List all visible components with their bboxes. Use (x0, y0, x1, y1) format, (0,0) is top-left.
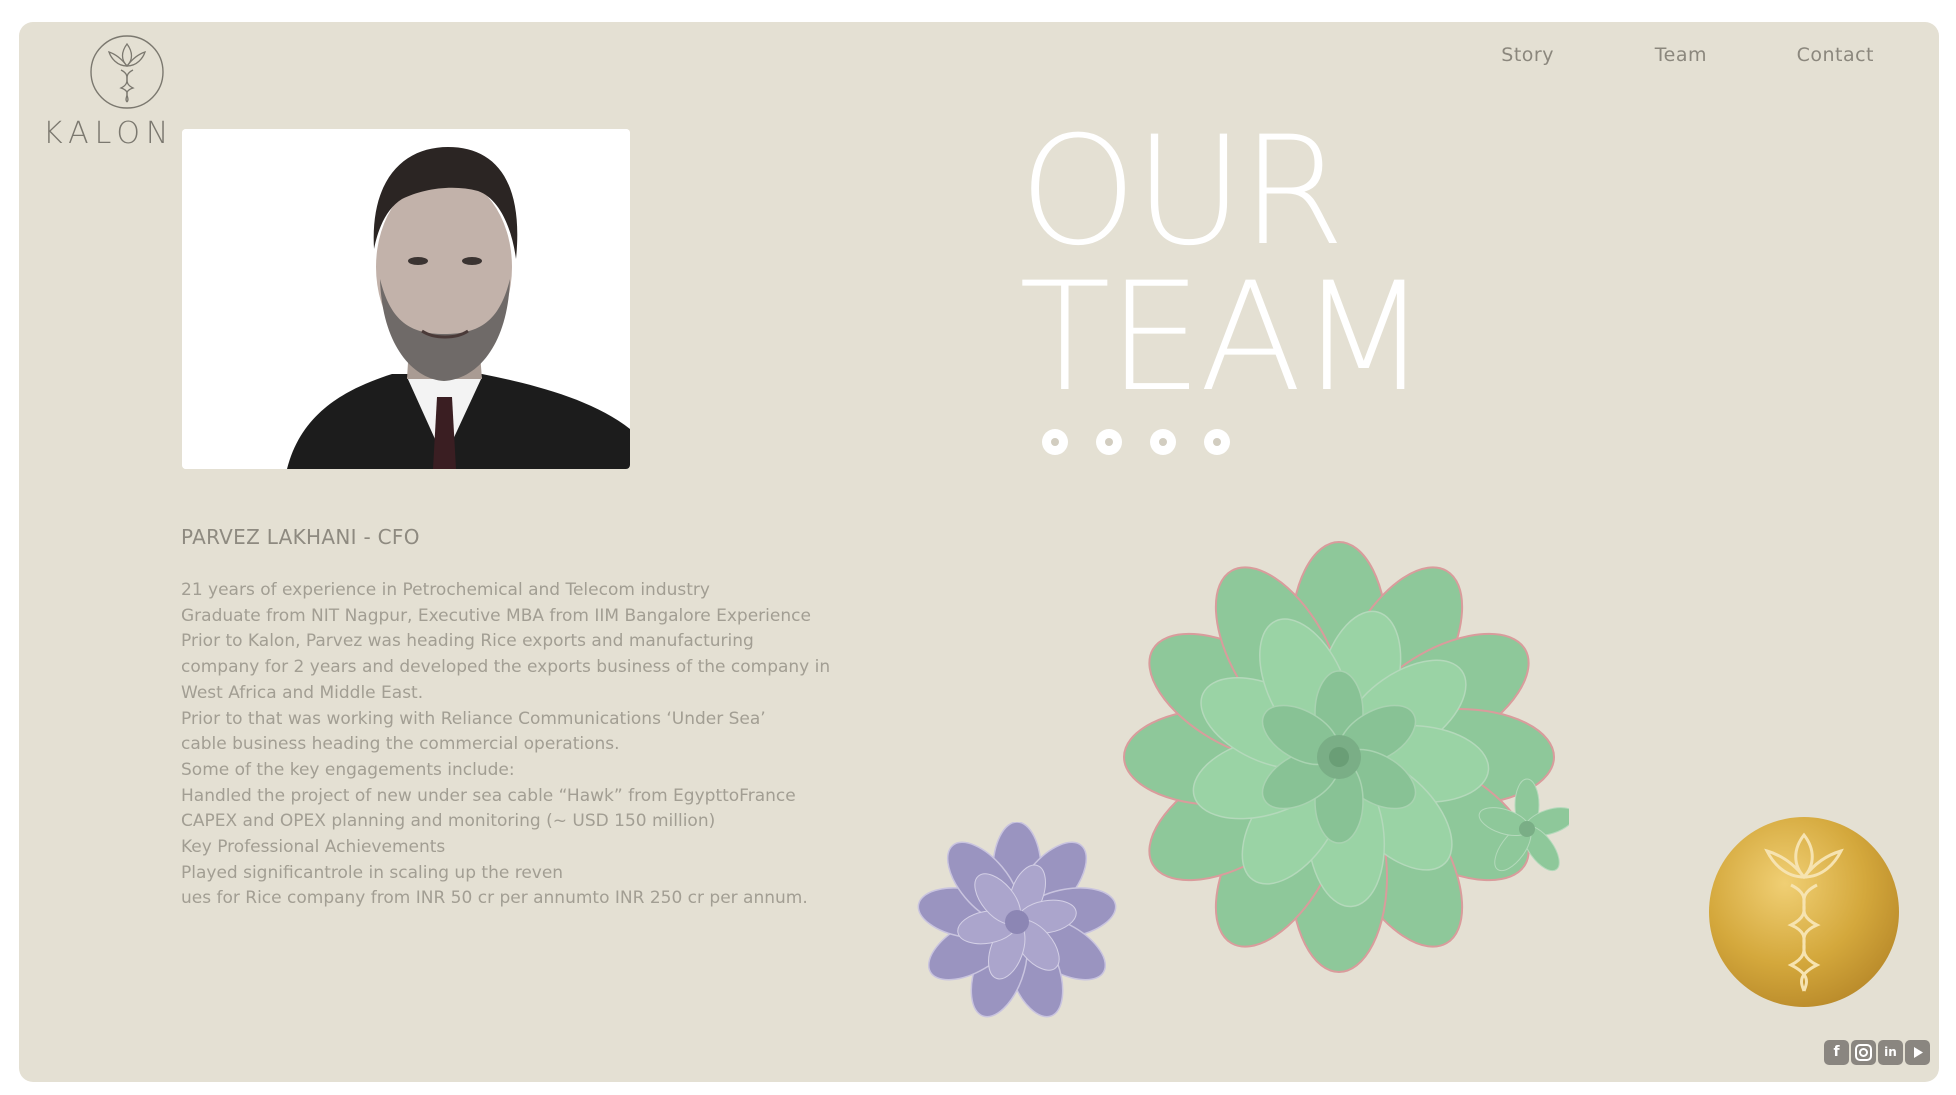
bio-line: Played significantrole in scaling up the… (181, 862, 564, 883)
bio-line: CAPEX and OPEX planning and monitoring (… (181, 811, 716, 832)
gold-lotus-badge-icon (1709, 817, 1899, 1007)
bio-line: Some of the key engagements include: (181, 759, 515, 780)
bio-line: West Africa and Middle East. (181, 682, 424, 703)
kalon-logo[interactable]: KALON (43, 32, 183, 152)
page-panel: KALON Story Team Contact PARVEZ LAKHANI … (19, 22, 1939, 1082)
nav-contact-link[interactable]: Contact (1797, 44, 1874, 66)
bio-line: company for 2 years and developed the ex… (181, 657, 831, 678)
linkedin-icon[interactable]: in (1878, 1040, 1903, 1065)
page-headline: OUR TEAM (1019, 105, 1428, 425)
green-succulent-image (1123, 541, 1569, 973)
portrait-image (182, 129, 630, 469)
bio-line: Key Professional Achievements (181, 837, 446, 858)
instagram-icon[interactable] (1851, 1040, 1876, 1065)
carousel-dot-4[interactable] (1204, 429, 1230, 455)
youtube-icon[interactable] (1905, 1040, 1930, 1065)
member-portrait (182, 129, 630, 469)
nav-story-link[interactable]: Story (1501, 44, 1554, 66)
bio-line: Handled the project of new under sea cab… (181, 785, 796, 806)
bio-line: Prior to Kalon, Parvez was heading Rice … (181, 631, 754, 652)
facebook-icon[interactable]: f (1824, 1040, 1849, 1065)
lotus-emblem-icon (90, 35, 164, 109)
member-bio: 21 years of experience in Petrochemical … (181, 578, 841, 912)
bio-line: Graduate from NIT Nagpur, Executive MBA … (181, 605, 811, 626)
bio-line: cable business heading the commercial op… (181, 734, 620, 755)
carousel-dot-2[interactable] (1096, 429, 1122, 455)
carousel-dot-3[interactable] (1150, 429, 1176, 455)
bio-line: 21 years of experience in Petrochemical … (181, 580, 710, 600)
headline-line-our: OUR (1019, 105, 1345, 279)
carousel-dot-1[interactable] (1042, 429, 1068, 455)
bio-line: ues for Rice company from INR 50 cr per … (181, 888, 808, 909)
purple-succulent-image (917, 822, 1117, 1018)
headline-line-team: TEAM (1019, 251, 1428, 425)
nav-team-link[interactable]: Team (1655, 44, 1707, 66)
bio-line: Prior to that was working with Reliance … (181, 708, 766, 729)
member-name-title: PARVEZ LAKHANI - CFO (181, 525, 420, 549)
brand-name: KALON (43, 116, 175, 151)
